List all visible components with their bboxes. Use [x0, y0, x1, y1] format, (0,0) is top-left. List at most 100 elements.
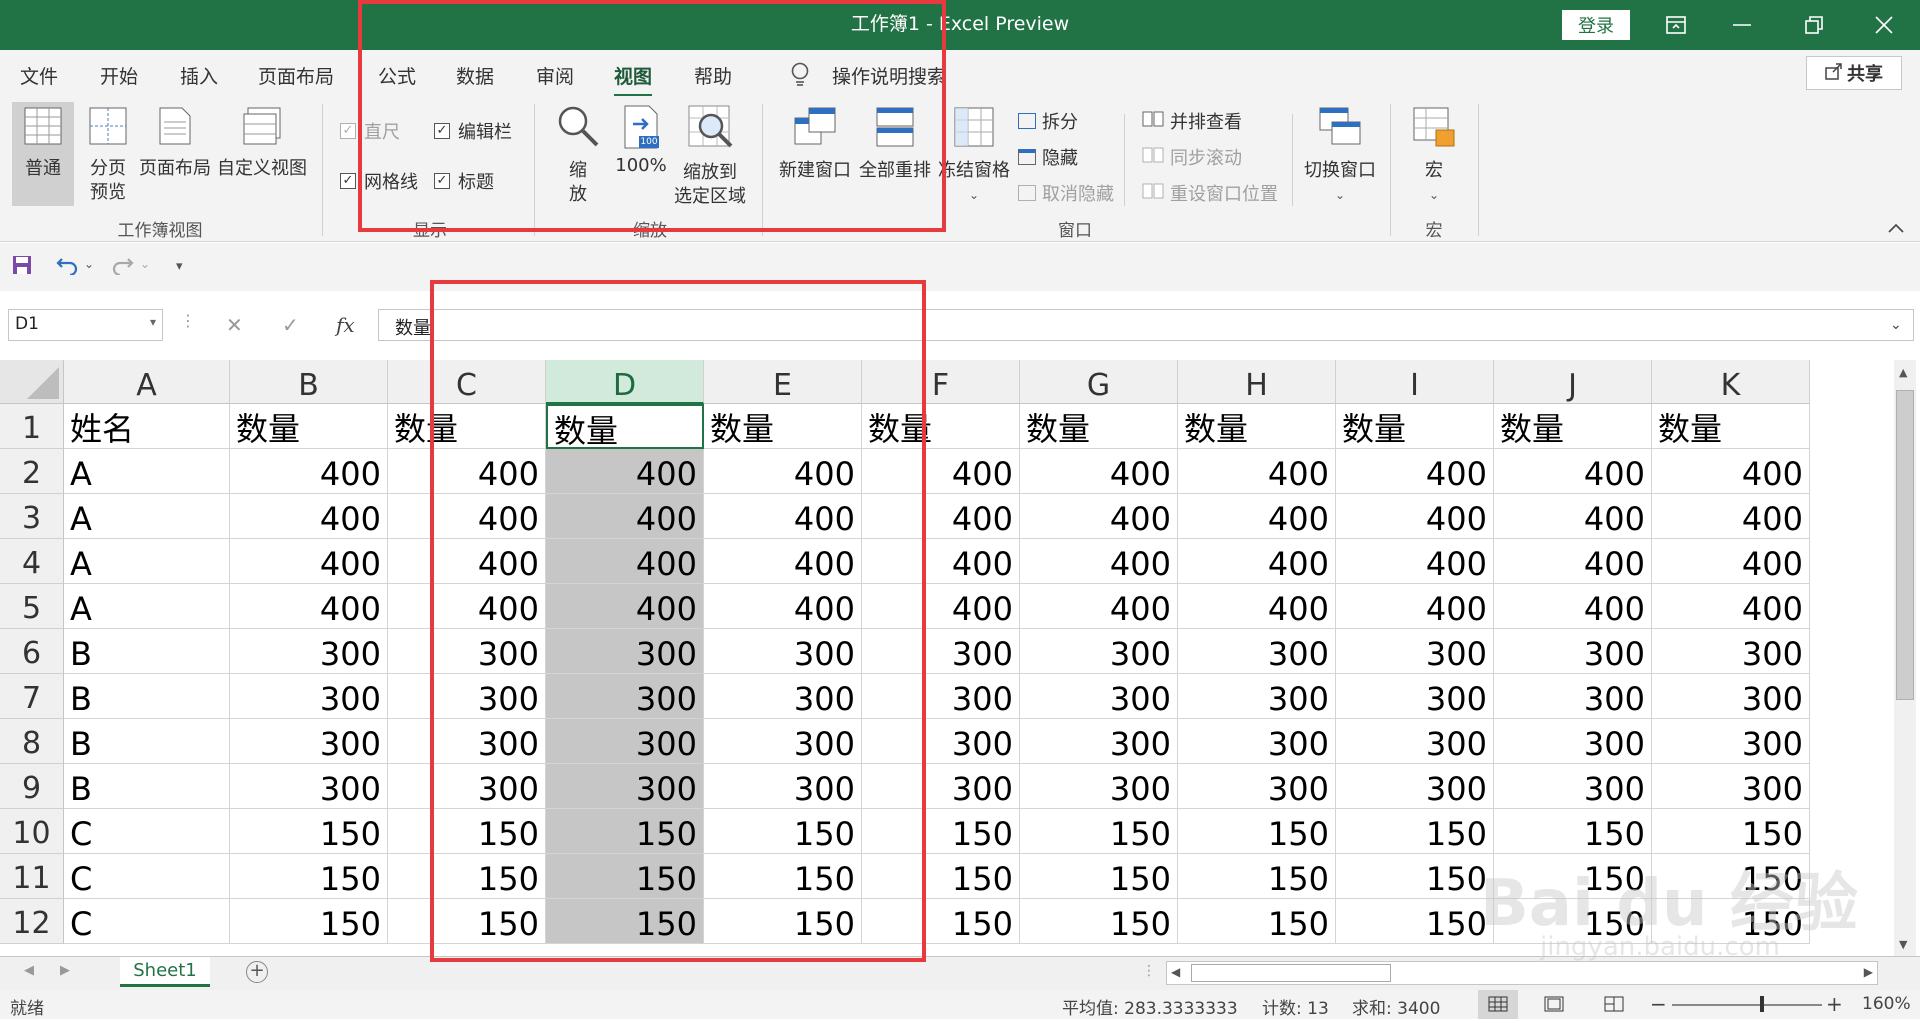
cell-i10[interactable]: 150 — [1336, 809, 1494, 854]
cell-i4[interactable]: 400 — [1336, 539, 1494, 584]
cell-j4[interactable]: 400 — [1494, 539, 1652, 584]
row-header-8[interactable]: 8 — [0, 719, 64, 764]
cell-b2[interactable]: 400 — [230, 449, 388, 494]
cell-h12[interactable]: 150 — [1178, 899, 1336, 944]
custom-view-button[interactable]: 自定义视图 — [214, 102, 310, 181]
cell-g3[interactable]: 400 — [1020, 494, 1178, 539]
page-layout-status-icon[interactable] — [1544, 996, 1564, 1017]
row-header-5[interactable]: 5 — [0, 584, 64, 629]
horizontal-scroll-thumb[interactable] — [1191, 964, 1391, 982]
cell-b3[interactable]: 400 — [230, 494, 388, 539]
cell-a9[interactable]: B — [64, 764, 230, 809]
cell-b11[interactable]: 150 — [230, 854, 388, 899]
cell-j8[interactable]: 300 — [1494, 719, 1652, 764]
cell-g6[interactable]: 300 — [1020, 629, 1178, 674]
tab-page-layout[interactable]: 页面布局 — [258, 62, 334, 89]
cancel-icon[interactable]: ✕ — [226, 313, 243, 337]
cell-a5[interactable]: A — [64, 584, 230, 629]
row-header-7[interactable]: 7 — [0, 674, 64, 719]
cell-k6[interactable]: 300 — [1652, 629, 1810, 674]
column-header-k[interactable]: K — [1652, 360, 1810, 404]
cell-j9[interactable]: 300 — [1494, 764, 1652, 809]
reset-window-position-button[interactable]: 重设窗口位置 — [1142, 180, 1278, 206]
row-header-2[interactable]: 2 — [0, 449, 64, 494]
name-box[interactable]: D1 ▾ — [8, 309, 163, 341]
column-header-j[interactable]: J — [1494, 360, 1652, 404]
cell-b12[interactable]: 150 — [230, 899, 388, 944]
cell-g5[interactable]: 400 — [1020, 584, 1178, 629]
row-header-10[interactable]: 10 — [0, 809, 64, 854]
scroll-left-icon[interactable]: ◀ — [1171, 965, 1180, 979]
tab-split-grip-icon[interactable]: ⋮ — [1142, 963, 1156, 979]
tab-file[interactable]: 文件 — [20, 62, 58, 89]
collapse-ribbon-icon[interactable] — [1888, 218, 1904, 237]
zoom-slider-thumb[interactable] — [1760, 996, 1764, 1012]
hide-window-button[interactable]: 隐藏 — [1018, 144, 1078, 170]
cell-k2[interactable]: 400 — [1652, 449, 1810, 494]
row-header-4[interactable]: 4 — [0, 539, 64, 584]
minimize-icon[interactable] — [1710, 0, 1774, 50]
cell-h8[interactable]: 300 — [1178, 719, 1336, 764]
cell-i1[interactable]: 数量 — [1336, 404, 1494, 449]
cell-b9[interactable]: 300 — [230, 764, 388, 809]
column-header-i[interactable]: I — [1336, 360, 1494, 404]
cell-k1[interactable]: 数量 — [1652, 404, 1810, 449]
sheet-tab-sheet1[interactable]: Sheet1 — [120, 957, 210, 987]
cell-h4[interactable]: 400 — [1178, 539, 1336, 584]
cell-h7[interactable]: 300 — [1178, 674, 1336, 719]
cell-a8[interactable]: B — [64, 719, 230, 764]
cell-b6[interactable]: 300 — [230, 629, 388, 674]
cell-k4[interactable]: 400 — [1652, 539, 1810, 584]
row-header-9[interactable]: 9 — [0, 764, 64, 809]
close-icon[interactable] — [1852, 0, 1916, 50]
cell-h11[interactable]: 150 — [1178, 854, 1336, 899]
cell-a6[interactable]: B — [64, 629, 230, 674]
page-break-status-icon[interactable] — [1604, 996, 1624, 1017]
cell-g12[interactable]: 150 — [1020, 899, 1178, 944]
switch-windows-button[interactable]: 切换窗口 ⌄ — [1300, 102, 1380, 207]
cell-i11[interactable]: 150 — [1336, 854, 1494, 899]
customize-qat-icon[interactable]: ▾ — [176, 259, 183, 274]
column-header-b[interactable]: B — [230, 360, 388, 404]
freeze-panes-button[interactable]: 冻结窗格 ⌄ — [936, 102, 1012, 207]
restore-icon[interactable] — [1782, 0, 1846, 50]
macros-button[interactable]: 宏 ⌄ — [1404, 102, 1464, 207]
cell-a1[interactable]: 姓名 — [64, 404, 230, 449]
page-break-preview-button[interactable]: 分页 预览 — [80, 102, 136, 205]
cell-h5[interactable]: 400 — [1178, 584, 1336, 629]
cell-j3[interactable]: 400 — [1494, 494, 1652, 539]
cell-a3[interactable]: A — [64, 494, 230, 539]
cell-j2[interactable]: 400 — [1494, 449, 1652, 494]
cell-h1[interactable]: 数量 — [1178, 404, 1336, 449]
cell-a2[interactable]: A — [64, 449, 230, 494]
cell-a4[interactable]: A — [64, 539, 230, 584]
zoom-out-icon[interactable]: − — [1650, 992, 1667, 1016]
unhide-window-button[interactable]: 取消隐藏 — [1018, 180, 1114, 206]
zoom-level[interactable]: 160% — [1862, 994, 1911, 1014]
redo-dropdown-icon[interactable]: ⌄ — [140, 257, 150, 271]
zoom-in-icon[interactable]: + — [1826, 992, 1843, 1016]
cell-i5[interactable]: 400 — [1336, 584, 1494, 629]
cell-b4[interactable]: 400 — [230, 539, 388, 584]
cell-j6[interactable]: 300 — [1494, 629, 1652, 674]
normal-view-button[interactable]: 普通 — [12, 102, 74, 206]
cell-i12[interactable]: 150 — [1336, 899, 1494, 944]
cell-k9[interactable]: 300 — [1652, 764, 1810, 809]
page-layout-view-button[interactable]: 页面布局 — [138, 102, 212, 181]
cell-h6[interactable]: 300 — [1178, 629, 1336, 674]
tab-insert[interactable]: 插入 — [180, 62, 218, 89]
cell-j5[interactable]: 400 — [1494, 584, 1652, 629]
cell-a12[interactable]: C — [64, 899, 230, 944]
name-box-dropdown-icon[interactable]: ▾ — [150, 315, 156, 329]
row-header-12[interactable]: 12 — [0, 899, 64, 944]
cell-a7[interactable]: B — [64, 674, 230, 719]
share-button[interactable]: 共享 — [1806, 56, 1902, 90]
cell-k8[interactable]: 300 — [1652, 719, 1810, 764]
split-button[interactable]: 拆分 — [1018, 108, 1078, 134]
row-header-6[interactable]: 6 — [0, 629, 64, 674]
normal-view-status-icon[interactable] — [1478, 990, 1518, 1019]
cell-h10[interactable]: 150 — [1178, 809, 1336, 854]
cell-i7[interactable]: 300 — [1336, 674, 1494, 719]
cell-b7[interactable]: 300 — [230, 674, 388, 719]
cell-b8[interactable]: 300 — [230, 719, 388, 764]
